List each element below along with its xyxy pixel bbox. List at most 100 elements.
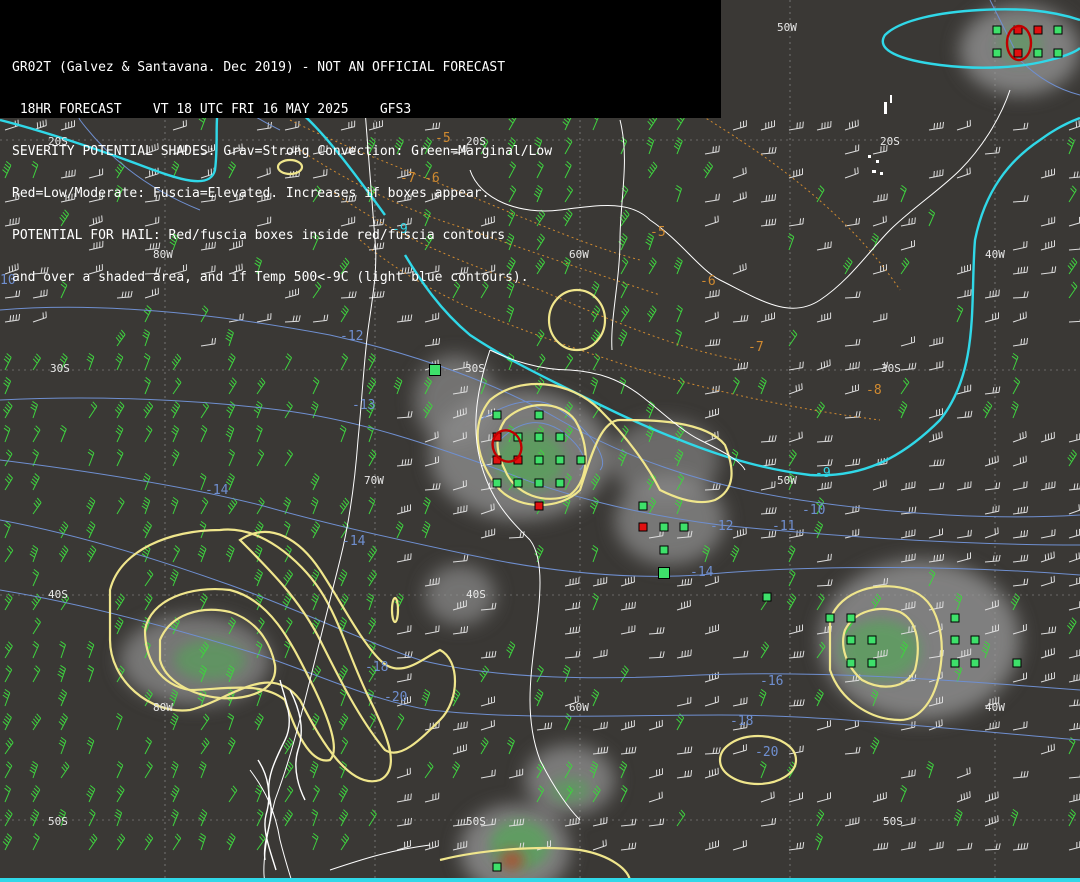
wind-barb <box>200 713 210 731</box>
wind-barb <box>256 377 266 395</box>
severity-box-green <box>534 478 544 488</box>
wind-barb <box>1040 672 1055 683</box>
wind-barb <box>227 353 236 371</box>
wind-barb <box>956 481 972 491</box>
wind-barb <box>984 791 999 803</box>
wind-barb <box>816 120 832 131</box>
wind-barb <box>144 569 154 587</box>
wind-barb <box>872 312 888 323</box>
wind-barb <box>816 359 831 371</box>
wind-barb <box>1012 122 1029 131</box>
wind-barb <box>283 569 294 587</box>
wind-barb <box>87 664 95 683</box>
wind-barb <box>900 529 916 539</box>
wind-barb <box>1012 529 1028 539</box>
wind-barb <box>900 257 910 275</box>
wind-barb <box>284 449 294 467</box>
wind-barb <box>86 736 95 755</box>
wind-barb <box>1010 401 1019 419</box>
lon-label: 80W <box>153 701 173 714</box>
wind-barb <box>844 361 860 371</box>
wind-barb <box>312 665 322 683</box>
wind-barb <box>844 458 861 467</box>
wind-barb <box>760 641 770 659</box>
wind-barb <box>338 713 349 731</box>
lon-label: 70W <box>364 474 384 487</box>
wind-barb <box>956 264 971 275</box>
temp-label: -18 <box>730 714 753 729</box>
wind-barb <box>225 328 234 347</box>
wind-barb <box>422 497 431 515</box>
wind-barb <box>928 408 943 419</box>
wind-barb <box>816 459 833 467</box>
wind-barb <box>591 689 600 707</box>
wind-barb <box>1068 216 1080 227</box>
wind-barb <box>676 770 693 779</box>
wind-barb <box>1067 449 1077 467</box>
wind-barb <box>421 688 431 707</box>
temp-label: -13 <box>352 398 375 413</box>
wind-barb <box>115 593 125 611</box>
wind-barb <box>396 767 411 779</box>
severity-box-green <box>576 455 586 465</box>
wind-barb <box>928 841 944 851</box>
wind-barb <box>844 217 860 227</box>
wind-barb <box>366 377 377 395</box>
wind-barb <box>508 768 524 779</box>
wind-barb <box>648 768 663 779</box>
wind-barb <box>30 473 40 491</box>
wind-barb <box>1040 266 1057 275</box>
wind-barb <box>928 169 944 179</box>
severity-box-green <box>1033 48 1043 58</box>
wind-barb <box>590 376 599 395</box>
wind-barb <box>396 673 412 683</box>
wind-barb <box>29 544 39 563</box>
wind-barb <box>254 785 263 803</box>
wind-barb <box>480 737 489 755</box>
wind-barb <box>816 481 832 491</box>
severity-box-green <box>555 432 565 442</box>
wind-barb <box>1012 431 1027 443</box>
wind-barb <box>32 641 40 659</box>
wind-barb <box>730 545 740 563</box>
wind-barb <box>815 401 825 419</box>
wind-barb <box>564 650 581 659</box>
lat-label: 30S <box>50 362 70 375</box>
wind-barb <box>368 617 377 635</box>
wind-barb <box>926 760 934 779</box>
wind-barb <box>844 167 859 179</box>
wind-barb <box>115 329 126 347</box>
wind-barb <box>114 808 123 827</box>
wind-barb <box>170 761 179 779</box>
wind-barb <box>900 185 907 203</box>
severity-box-green <box>555 478 565 488</box>
wind-barb <box>620 601 636 611</box>
wind-barb <box>956 289 972 299</box>
wind-barb <box>1040 168 1055 179</box>
wind-barb <box>452 554 469 563</box>
wind-barb <box>396 458 413 467</box>
severity-box-green <box>659 545 669 555</box>
wind-barb <box>32 665 41 683</box>
wind-barb <box>1068 722 1080 731</box>
wind-barb <box>141 496 151 515</box>
wind-barb <box>142 329 150 347</box>
wind-barb <box>620 842 637 851</box>
wind-barb <box>1012 266 1029 275</box>
wind-barb <box>956 552 971 563</box>
wind-barb <box>32 425 41 443</box>
wind-barb <box>171 353 182 371</box>
wind-barb <box>396 817 412 827</box>
wind-barb <box>898 401 908 419</box>
wind-barb <box>256 449 265 467</box>
wind-barb <box>4 737 14 755</box>
wind-barb <box>984 815 999 827</box>
wind-barb <box>648 651 665 659</box>
wind-barb <box>1040 240 1055 251</box>
wind-barb <box>732 191 747 203</box>
wind-barb <box>1040 216 1056 227</box>
wind-barb <box>844 411 861 419</box>
wind-barb <box>116 833 126 851</box>
wind-barb <box>143 401 154 419</box>
wind-barb <box>88 401 98 419</box>
